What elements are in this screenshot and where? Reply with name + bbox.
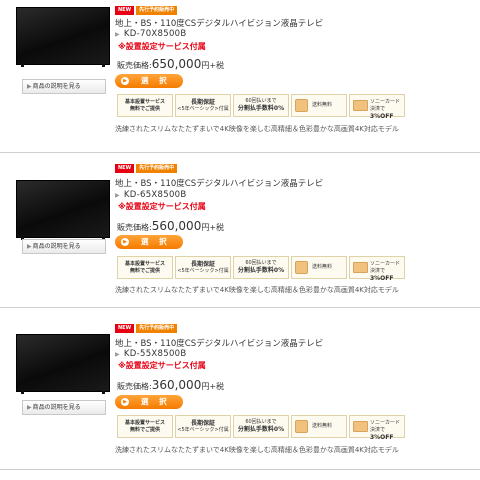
product-title: 地上・BS・110度CSデジタルハイビジョン液晶テレビ xyxy=(115,339,324,349)
triangle-icon: ▶ xyxy=(115,192,120,199)
installment-service[interactable]: 60回払いまで 分割払手数料0% xyxy=(233,415,289,438)
tv-product-image[interactable] xyxy=(16,334,110,394)
arrow-right-icon: ▶ xyxy=(27,243,32,250)
service-note: ※設置設定サービス付属 xyxy=(118,361,206,370)
product-item: ▶商品の説明を見る NEW 先行予約販売中 地上・BS・110度CSデジタルハイ… xyxy=(0,0,480,153)
triangle-icon: ▶ xyxy=(115,31,120,38)
arrow-right-icon: ▶ xyxy=(27,404,32,411)
service-note: ※設置設定サービス付属 xyxy=(118,42,206,51)
preorder-badge: 先行予約販売中 xyxy=(136,324,178,333)
new-badge: NEW xyxy=(115,164,135,173)
new-badge: NEW xyxy=(115,6,135,15)
price-value: 560,000 xyxy=(151,219,202,233)
gift-icon xyxy=(295,420,308,433)
card-discount-service[interactable]: ソニーカード決済で 3%OFF xyxy=(349,415,405,441)
free-install-service[interactable]: 基本設置サービス 無料でご提供 xyxy=(117,256,173,279)
installment-service[interactable]: 60回払いまで 分割払手数料0% xyxy=(233,94,289,117)
card-icon xyxy=(353,262,368,273)
separator xyxy=(0,469,480,470)
arrow-right-icon: ▶ xyxy=(27,83,32,90)
price-value: 650,000 xyxy=(151,57,202,71)
new-badge: NEW xyxy=(115,324,135,333)
badge-row: NEW 先行予約販売中 xyxy=(115,324,178,333)
long-warranty-service[interactable]: 長期保証 <5年ベーシック>付属 xyxy=(175,256,231,279)
free-install-service[interactable]: 基本設置サービス 無料でご提供 xyxy=(117,415,173,438)
product-description-button[interactable]: ▶商品の説明を見る xyxy=(22,79,106,94)
gift-icon xyxy=(295,261,308,274)
product-title: 地上・BS・110度CSデジタルハイビジョン液晶テレビ xyxy=(115,179,324,189)
tv-product-image[interactable] xyxy=(16,7,110,67)
price-row: 販売価格:360,000円+税 xyxy=(117,378,225,392)
arrow-right-icon: ▶ xyxy=(121,77,129,85)
product-catchphrase: 洗練されたスリムなたたずまいで4K映像を楽しむ高精細＆色彩豊かな高画質4K対応モ… xyxy=(115,286,399,294)
product-catchphrase: 洗練されたスリムなたたずまいで4K映像を楽しむ高精細＆色彩豊かな高画質4K対応モ… xyxy=(115,125,399,133)
free-install-service[interactable]: 基本設置サービス 無料でご提供 xyxy=(117,94,173,117)
installment-service[interactable]: 60回払いまで 分割払手数料0% xyxy=(233,256,289,279)
price-row: 販売価格:560,000円+税 xyxy=(117,219,225,233)
card-discount-service[interactable]: ソニーカード決済で 3%OFF xyxy=(349,94,405,120)
product-catchphrase: 洗練されたスリムなたたずまいで4K映像を楽しむ高精細＆色彩豊かな高画質4K対応モ… xyxy=(115,446,399,454)
badge-row: NEW 先行予約販売中 xyxy=(115,6,178,15)
product-model[interactable]: ▶ KD-65X8500B xyxy=(115,190,187,200)
arrow-right-icon: ▶ xyxy=(121,238,129,246)
product-model[interactable]: ▶ KD-55X8500B xyxy=(115,349,187,359)
card-discount-service[interactable]: ソニーカード決済で 3%OFF xyxy=(349,256,405,282)
card-icon xyxy=(353,421,368,432)
product-description-button[interactable]: ▶商品の説明を見る xyxy=(22,400,106,415)
select-button[interactable]: ▶ 選 択 xyxy=(115,395,183,409)
badge-row: NEW 先行予約販売中 xyxy=(115,164,178,173)
arrow-right-icon: ▶ xyxy=(121,398,129,406)
select-button[interactable]: ▶ 選 択 xyxy=(115,235,183,249)
preorder-badge: 先行予約販売中 xyxy=(136,6,178,15)
price-row: 販売価格:650,000円+税 xyxy=(117,57,225,71)
triangle-icon: ▶ xyxy=(115,351,120,358)
product-description-button[interactable]: ▶商品の説明を見る xyxy=(22,239,106,254)
select-button[interactable]: ▶ 選 択 xyxy=(115,74,183,88)
tv-product-image[interactable] xyxy=(16,180,110,240)
product-model[interactable]: ▶ KD-70X8500B xyxy=(115,29,187,39)
free-shipping-service[interactable]: 送料無料 xyxy=(291,94,347,117)
service-note: ※設置設定サービス付属 xyxy=(118,202,206,211)
product-item: ▶商品の説明を見る NEW 先行予約販売中 地上・BS・110度CSデジタルハイ… xyxy=(0,308,480,461)
gift-icon xyxy=(295,99,308,112)
card-icon xyxy=(353,100,368,111)
long-warranty-service[interactable]: 長期保証 <5年ベーシック>付属 xyxy=(175,94,231,117)
free-shipping-service[interactable]: 送料無料 xyxy=(291,256,347,279)
price-value: 360,000 xyxy=(151,378,202,392)
product-title: 地上・BS・110度CSデジタルハイビジョン液晶テレビ xyxy=(115,19,324,29)
long-warranty-service[interactable]: 長期保証 <5年ベーシック>付属 xyxy=(175,415,231,438)
product-item: ▶商品の説明を見る NEW 先行予約販売中 地上・BS・110度CSデジタルハイ… xyxy=(0,153,480,308)
free-shipping-service[interactable]: 送料無料 xyxy=(291,415,347,438)
preorder-badge: 先行予約販売中 xyxy=(136,164,178,173)
